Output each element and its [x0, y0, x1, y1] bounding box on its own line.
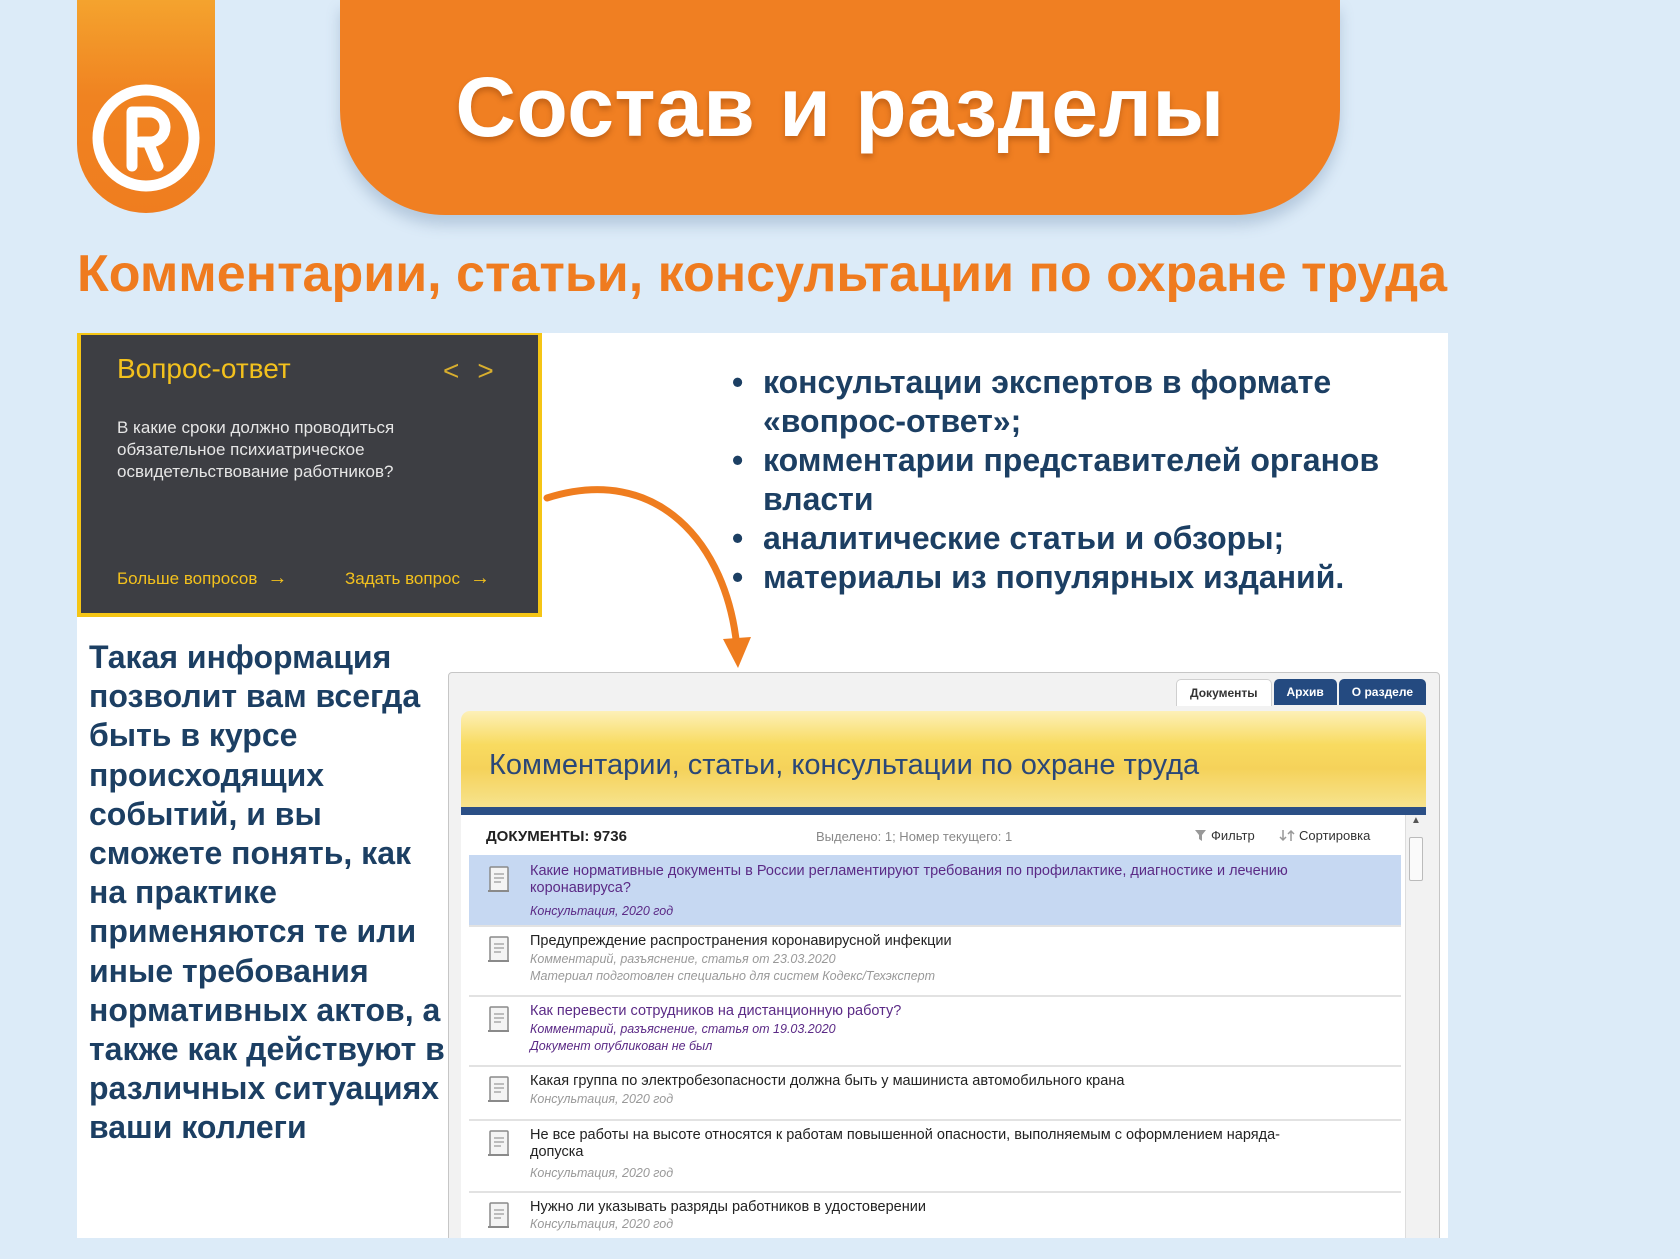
document-title[interactable]: Не все работы на высоте относятся к рабо…: [530, 1127, 1290, 1161]
list-scrollbar[interactable]: ▲: [1405, 815, 1426, 1238]
document-meta-note: Документ опубликован не был: [530, 1039, 713, 1053]
document-list: ДОКУМЕНТЫ: 9736 Выделено: 1; Номер текущ…: [461, 815, 1426, 1238]
filter-button[interactable]: Фильтр: [1194, 828, 1255, 843]
sort-button[interactable]: Сортировка: [1279, 828, 1370, 843]
document-title[interactable]: Какая группа по электробезопасности долж…: [530, 1073, 1290, 1090]
document-icon: [488, 1076, 509, 1102]
document-meta: Консультация, 2020 год: [530, 1092, 674, 1106]
scroll-up-icon[interactable]: ▲: [1411, 815, 1421, 826]
more-questions-link[interactable]: Больше вопросов →: [117, 567, 287, 590]
chevron-right-icon[interactable]: >: [477, 355, 511, 386]
list-header: ДОКУМЕНТЫ: 9736 Выделено: 1; Номер текущ…: [461, 815, 1406, 855]
document-title[interactable]: Какие нормативные документы в России рег…: [530, 863, 1290, 897]
document-title[interactable]: Как перевести сотрудников на дистанционн…: [530, 1003, 1290, 1020]
section-subtitle: Комментарии, статьи, консультации по охр…: [77, 245, 1448, 303]
filter-icon: [1195, 830, 1206, 841]
document-title[interactable]: Нужно ли указывать разряды работников в …: [530, 1199, 1290, 1216]
sort-label: Сортировка: [1299, 828, 1371, 843]
ask-question-label: Задать вопрос: [345, 569, 460, 588]
feature-item: материалы из популярных изданий.: [732, 558, 1403, 597]
qa-nav: <>: [443, 355, 512, 387]
panel-title-box: Комментарии, статьи, консультации по охр…: [461, 711, 1426, 815]
registered-r-icon: [92, 84, 200, 192]
feature-item: консультации экспертов в формате «вопрос…: [732, 363, 1403, 441]
document-row[interactable]: Какая группа по электробезопасности долж…: [469, 1065, 1401, 1121]
document-icon: [488, 1006, 509, 1032]
document-row[interactable]: Не все работы на высоте относятся к рабо…: [469, 1119, 1401, 1193]
document-meta: Комментарий, разъяснение, статья от 23.0…: [530, 952, 836, 966]
document-row[interactable]: Предупреждение распространения коронавир…: [469, 925, 1401, 997]
page-title: Состав и разделы: [455, 60, 1225, 154]
tab-about[interactable]: О разделе: [1338, 679, 1426, 705]
content-area: Вопрос-ответ <> В какие сроки должно про…: [77, 333, 1448, 1238]
qa-question[interactable]: В какие сроки должно проводиться обязате…: [117, 417, 437, 483]
feature-item: комментарии представителей органов власт…: [732, 441, 1403, 519]
documents-count: ДОКУМЕНТЫ: 9736: [486, 828, 627, 845]
logo-ribbon: [77, 0, 215, 213]
document-meta: Консультация, 2020 год: [530, 1217, 674, 1231]
feature-list: консультации экспертов в формате «вопрос…: [732, 363, 1403, 597]
document-meta: Консультация, 2020 год: [530, 1166, 674, 1180]
sort-icon: [1279, 829, 1295, 842]
filter-label: Фильтр: [1211, 828, 1255, 843]
document-icon: [488, 1130, 509, 1156]
qa-widget: Вопрос-ответ <> В какие сроки должно про…: [77, 333, 542, 617]
more-questions-label: Больше вопросов: [117, 569, 258, 588]
scroll-thumb[interactable]: [1409, 837, 1423, 881]
arrow-right-icon: →: [470, 567, 490, 589]
ask-question-link[interactable]: Задать вопрос →: [345, 567, 490, 590]
document-row[interactable]: Как перевести сотрудников на дистанционн…: [469, 995, 1401, 1067]
tab-documents[interactable]: Документы: [1176, 679, 1272, 706]
panel-title: Комментарии, статьи, консультации по охр…: [489, 749, 1200, 781]
document-meta-note: Материал подготовлен специально для сист…: [530, 969, 936, 983]
document-icon: [488, 936, 509, 962]
info-paragraph: Такая информация позволит вам всегда быт…: [89, 639, 445, 1146]
document-row[interactable]: Нужно ли указывать разряды работников в …: [469, 1191, 1401, 1238]
tab-archive[interactable]: Архив: [1273, 679, 1337, 705]
qa-widget-title: Вопрос-ответ: [117, 353, 291, 384]
document-title[interactable]: Предупреждение распространения коронавир…: [530, 933, 1290, 950]
document-icon: [488, 866, 509, 892]
document-icon: [488, 1202, 509, 1228]
arrow-right-icon: →: [267, 567, 288, 589]
documents-panel: Документы Архив О разделе Комментарии, с…: [448, 672, 1440, 1238]
selection-info: Выделено: 1; Номер текущего: 1: [816, 829, 1013, 844]
document-meta: Комментарий, разъяснение, статья от 19.0…: [530, 1022, 836, 1036]
chevron-left-icon[interactable]: <: [443, 355, 477, 386]
document-meta: Консультация, 2020 год: [530, 904, 674, 918]
feature-item: аналитические статьи и обзоры;: [732, 519, 1403, 558]
document-row[interactable]: Какие нормативные документы в России рег…: [469, 855, 1401, 927]
header-banner: Состав и разделы: [340, 0, 1340, 215]
panel-tabs: Документы Архив О разделе: [1176, 679, 1426, 706]
